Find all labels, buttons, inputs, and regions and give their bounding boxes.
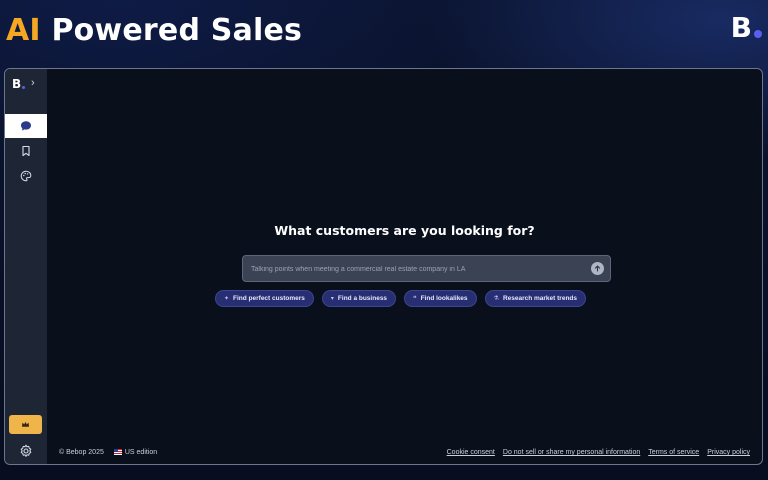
edition-label: US edition <box>124 449 158 456</box>
quote-icon: ❝ <box>413 296 417 302</box>
privacy-policy-link[interactable]: Privacy policy <box>707 449 750 456</box>
hero-title: AI Powered Sales <box>6 13 302 48</box>
chip-label: Find a business <box>337 295 388 302</box>
app-window: B › What customers are you looking for? … <box>4 68 763 465</box>
cookie-consent-link[interactable]: Cookie consent <box>447 449 495 456</box>
gear-icon[interactable] <box>19 444 33 458</box>
chevron-right-icon[interactable]: › <box>31 77 41 89</box>
palette-icon <box>20 170 32 182</box>
chip-label: Research market trends <box>502 295 578 302</box>
hero-title-accent: AI <box>6 13 41 48</box>
sidebar: B › <box>5 69 47 464</box>
terms-of-service-link[interactable]: Terms of service <box>648 449 699 456</box>
brand-logo-dot <box>754 30 762 38</box>
search-input[interactable] <box>251 262 581 276</box>
page-title: What customers are you looking for? <box>274 223 535 238</box>
sidebar-logo-letter: B <box>12 77 22 91</box>
sidebar-item-saved[interactable] <box>5 139 47 163</box>
sparkle-icon: ✦ <box>223 296 230 302</box>
chip-find-perfect-customers[interactable]: ✦ Find perfect customers <box>214 290 314 307</box>
brand-logo: B <box>731 14 762 42</box>
sidebar-logo[interactable]: B <box>12 77 26 91</box>
chip-research-market-trends[interactable]: ⚗ Research market trends <box>484 290 587 307</box>
bookmark-icon <box>22 145 30 157</box>
us-flag-icon <box>113 449 122 456</box>
sidebar-item-chat[interactable] <box>5 114 47 138</box>
search-box <box>242 255 611 282</box>
send-button[interactable] <box>591 262 604 275</box>
footer-links: Cookie consent Do not sell or share my p… <box>447 449 750 456</box>
edition-selector[interactable]: US edition <box>113 449 158 456</box>
main-content: What customers are you looking for? ✦ Fi… <box>47 69 762 464</box>
crown-icon <box>22 421 29 427</box>
chip-find-a-business[interactable]: ▾ Find a business <box>321 290 397 307</box>
brand-logo-letter: B <box>730 11 752 44</box>
sidebar-item-theme[interactable] <box>5 164 47 188</box>
footer-left: © Bebop 2025 US edition <box>59 449 157 456</box>
do-not-sell-link[interactable]: Do not sell or share my personal informa… <box>503 449 640 456</box>
arrow-up-icon <box>594 265 601 272</box>
chip-label: Find lookalikes <box>420 295 468 302</box>
chip-find-lookalikes[interactable]: ❝ Find lookalikes <box>404 290 477 307</box>
copyright-text: © Bebop 2025 <box>59 449 104 456</box>
chip-label: Find perfect customers <box>233 295 305 302</box>
funnel-icon: ▾ <box>330 296 334 302</box>
hero-title-rest: Powered Sales <box>51 13 303 48</box>
flask-icon: ⚗ <box>493 296 499 302</box>
sidebar-logo-dot <box>22 85 26 89</box>
suggestion-chips: ✦ Find perfect customers ▾ Find a busine… <box>47 290 762 307</box>
chat-bubble-icon <box>21 121 31 131</box>
upgrade-button[interactable] <box>9 415 42 434</box>
